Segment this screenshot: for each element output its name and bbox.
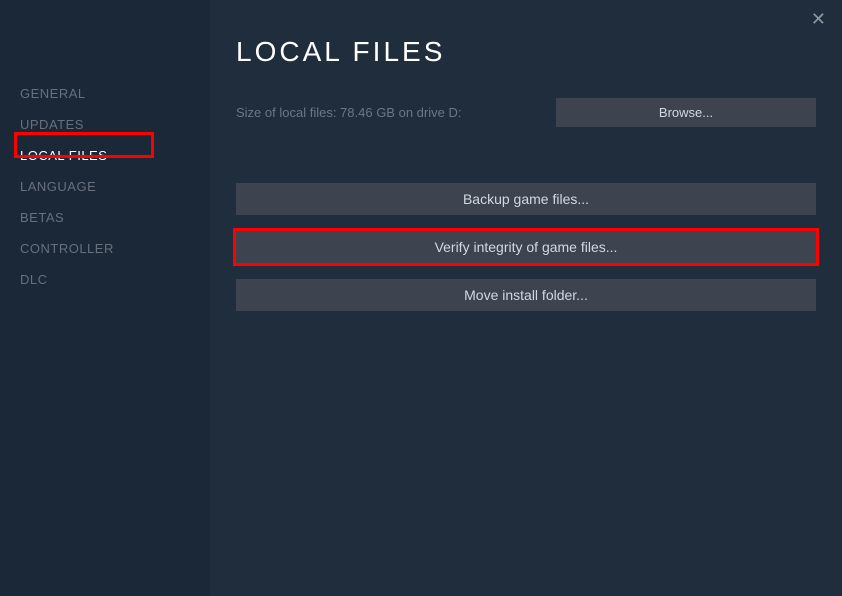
sidebar-item-betas[interactable]: BETAS — [20, 202, 210, 233]
page-title: LOCAL FILES — [236, 36, 816, 68]
move-install-folder-button[interactable]: Move install folder... — [236, 279, 816, 311]
verify-integrity-button[interactable]: Verify integrity of game files... — [236, 231, 816, 263]
sidebar-item-updates[interactable]: UPDATES — [20, 109, 210, 140]
sidebar-item-dlc[interactable]: DLC — [20, 264, 210, 295]
browse-button[interactable]: Browse... — [556, 98, 816, 127]
sidebar-item-controller[interactable]: CONTROLLER — [20, 233, 210, 264]
main-panel: ✕ LOCAL FILES Size of local files: 78.46… — [210, 0, 842, 596]
sidebar: GENERAL UPDATES LOCAL FILES LANGUAGE BET… — [0, 0, 210, 596]
sidebar-item-general[interactable]: GENERAL — [20, 78, 210, 109]
backup-game-files-button[interactable]: Backup game files... — [236, 183, 816, 215]
verify-button-wrapper: Verify integrity of game files... — [236, 231, 816, 263]
info-row: Size of local files: 78.46 GB on drive D… — [236, 98, 816, 127]
close-icon[interactable]: ✕ — [811, 10, 826, 28]
size-of-local-files-label: Size of local files: 78.46 GB on drive D… — [236, 105, 461, 120]
sidebar-item-local-files[interactable]: LOCAL FILES — [20, 140, 210, 171]
sidebar-item-language[interactable]: LANGUAGE — [20, 171, 210, 202]
